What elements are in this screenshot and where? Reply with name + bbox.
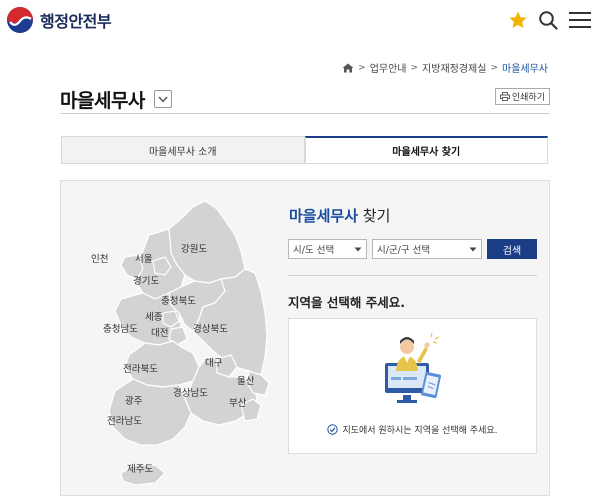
finder-title-rest: 찾기 xyxy=(358,207,391,225)
map-label[interactable]: 충청북도 xyxy=(161,293,196,307)
map-label[interactable]: 대구 xyxy=(205,355,222,369)
chevron-down-icon xyxy=(158,96,168,103)
hint-row: 지도에서 원하시는 지역을 선택해 주세요. xyxy=(289,423,536,436)
logo-text: 행정안전부 xyxy=(40,12,112,31)
breadcrumb-item[interactable]: 지방재정경제실 xyxy=(422,60,486,75)
district-select-value: 시/군/구 선택 xyxy=(377,245,431,256)
tab-intro[interactable]: 마을세무사 소개 xyxy=(61,136,305,164)
finder-title: 마을세무사 찾기 xyxy=(289,205,390,226)
star-icon[interactable] xyxy=(508,10,528,30)
print-label: 인쇄하기 xyxy=(511,93,545,103)
header-tools xyxy=(508,10,592,30)
search-button[interactable]: 검색 xyxy=(487,239,537,259)
menu-icon[interactable] xyxy=(568,10,592,30)
tab-bar: 마을세무사 소개 마을세무사 찾기 xyxy=(61,136,548,164)
divider xyxy=(288,275,537,276)
search-icon[interactable] xyxy=(538,10,558,30)
chevron-down-icon xyxy=(469,247,477,252)
breadcrumb: > 업무안내 > 지방재정경제실 > 마을세무사 xyxy=(342,60,548,75)
region-heading: 지역을 선택해 주세요. xyxy=(288,295,405,310)
finder-panel: 인천 서울 강원도 경기도 충청북도 세종 충청남도 대전 경상북도 전라북도 … xyxy=(60,180,550,496)
breadcrumb-current[interactable]: 마을세무사 xyxy=(502,60,548,75)
page-title: 마을세무사 xyxy=(60,90,145,112)
map-label[interactable]: 제주도 xyxy=(127,461,153,475)
printer-icon xyxy=(499,92,510,101)
map-label[interactable]: 전라북도 xyxy=(123,361,158,375)
tab-find[interactable]: 마을세무사 찾기 xyxy=(304,136,548,164)
province-select[interactable]: 시/도 선택 xyxy=(288,239,367,259)
chevron-down-icon xyxy=(354,247,362,252)
map-label[interactable]: 울산 xyxy=(237,373,254,387)
site-logo[interactable]: 행정안전부 xyxy=(6,6,112,34)
province-select-value: 시/도 선택 xyxy=(293,245,335,256)
title-dropdown-button[interactable] xyxy=(154,90,172,108)
print-button[interactable]: 인쇄하기 xyxy=(494,88,550,105)
map-label[interactable]: 경기도 xyxy=(133,273,159,287)
map-label[interactable]: 세종 xyxy=(145,309,162,323)
map-label[interactable]: 광주 xyxy=(125,393,142,407)
map-label[interactable]: 서울 xyxy=(135,251,152,265)
breadcrumb-separator: > xyxy=(490,62,498,73)
tax-advisor-illustration-icon xyxy=(385,332,442,403)
map-label[interactable]: 경상북도 xyxy=(193,321,228,335)
map-label[interactable]: 인천 xyxy=(91,251,108,265)
korea-map: 인천 서울 강원도 경기도 충청북도 세종 충청남도 대전 경상북도 전라북도 … xyxy=(85,195,285,495)
map-label[interactable]: 충청남도 xyxy=(103,321,138,335)
map-label[interactable]: 대전 xyxy=(151,325,168,339)
finder-title-highlight: 마을세무사 xyxy=(289,207,359,225)
check-circle-icon xyxy=(327,424,339,435)
district-select[interactable]: 시/군/구 선택 xyxy=(372,239,482,259)
breadcrumb-separator: > xyxy=(410,62,419,73)
map-label[interactable]: 전라남도 xyxy=(107,413,142,427)
site-header: 행정안전부 xyxy=(0,0,600,44)
government-emblem-icon xyxy=(7,7,33,33)
breadcrumb-separator: > xyxy=(358,62,366,73)
hint-box: 지도에서 원하시는 지역을 선택해 주세요. xyxy=(288,318,537,454)
hint-text: 지도에서 원하시는 지역을 선택해 주세요. xyxy=(342,426,498,436)
map-label[interactable]: 경상남도 xyxy=(173,385,208,399)
breadcrumb-item[interactable]: 업무안내 xyxy=(370,60,407,75)
map-label[interactable]: 부산 xyxy=(229,395,246,409)
map-label[interactable]: 강원도 xyxy=(181,241,207,255)
korea-map-shape xyxy=(108,200,270,486)
title-row: 마을세무사 인쇄하기 xyxy=(60,84,550,114)
home-icon[interactable] xyxy=(342,63,354,73)
